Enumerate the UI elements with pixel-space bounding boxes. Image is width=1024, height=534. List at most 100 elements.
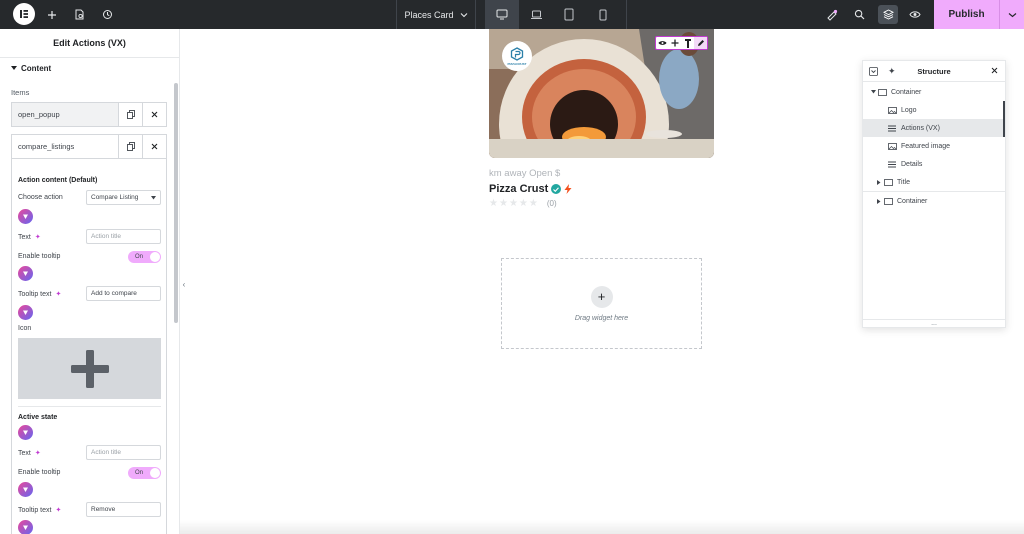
section-title: Content bbox=[21, 64, 52, 73]
action-content-heading: Action content (Default) bbox=[18, 177, 98, 184]
caret-down-icon bbox=[11, 66, 17, 70]
dynamic-tag-icon[interactable] bbox=[18, 305, 33, 320]
toggle-state: On bbox=[135, 470, 144, 476]
dynamic-tag-icon[interactable] bbox=[18, 482, 33, 497]
structure-row-title[interactable]: Title bbox=[863, 173, 1005, 191]
ai-sparkle-icon[interactable]: ✦ bbox=[55, 290, 61, 298]
star-icon: ★ bbox=[518, 198, 528, 209]
star-icon: ★ bbox=[528, 198, 538, 209]
bottom-shade bbox=[180, 520, 1024, 534]
container-icon bbox=[883, 197, 893, 205]
structure-row-details[interactable]: Details bbox=[863, 155, 1005, 173]
remove-icon[interactable] bbox=[142, 135, 166, 158]
card-title[interactable]: Pizza Crust bbox=[489, 183, 572, 195]
duplicate-icon[interactable] bbox=[118, 135, 142, 158]
repeater-item-title[interactable]: compare_listings bbox=[12, 135, 118, 158]
publish-options-button[interactable] bbox=[999, 0, 1024, 29]
choose-action-value: Compare Listing bbox=[91, 194, 139, 201]
drag-widget-dropzone[interactable]: + Drag widget here bbox=[501, 258, 702, 349]
duplicate-icon[interactable] bbox=[118, 103, 142, 126]
panel-title: Edit Actions (VX) bbox=[0, 29, 179, 58]
add-widget-plus-icon[interactable]: + bbox=[590, 285, 613, 308]
caret-down-icon bbox=[151, 195, 156, 199]
toggle-knob bbox=[150, 468, 160, 478]
tooltip-text-label-text: Tooltip text bbox=[18, 290, 52, 298]
publish-button[interactable]: Publish bbox=[934, 0, 999, 29]
dynamic-tag-icon[interactable] bbox=[18, 209, 33, 224]
page-settings-icon[interactable] bbox=[71, 0, 87, 29]
container-icon bbox=[877, 88, 887, 96]
container-icon bbox=[883, 178, 893, 186]
dynamic-tag-icon[interactable] bbox=[18, 425, 33, 440]
preview-widget-icon[interactable] bbox=[656, 37, 669, 49]
structure-row-label: Actions (VX) bbox=[901, 124, 940, 132]
panel-scrollbar[interactable] bbox=[174, 83, 178, 323]
notification-icon[interactable] bbox=[824, 0, 840, 29]
ai-sparkle-icon[interactable]: ✦ bbox=[35, 449, 41, 457]
history-icon[interactable] bbox=[99, 0, 115, 29]
search-icon[interactable] bbox=[851, 0, 867, 29]
image-icon bbox=[887, 106, 897, 114]
divider bbox=[18, 406, 161, 407]
structure-row-container[interactable]: Container bbox=[863, 192, 1005, 210]
action-text-input[interactable]: Action title bbox=[86, 229, 161, 244]
add-element-icon[interactable] bbox=[669, 37, 682, 49]
structure-row-label: Details bbox=[901, 160, 923, 168]
tablet-icon[interactable] bbox=[552, 0, 586, 29]
ai-sparkle-icon[interactable]: ✦ bbox=[55, 506, 61, 514]
image-icon bbox=[887, 142, 897, 150]
preview-icon[interactable] bbox=[907, 0, 923, 29]
structure-row-featured-image[interactable]: Featured image bbox=[863, 137, 1005, 155]
structure-row-actions[interactable]: Actions (VX) bbox=[863, 119, 1005, 137]
active-tooltip-text-input[interactable]: Remove bbox=[86, 502, 161, 517]
laptop-icon[interactable] bbox=[519, 0, 553, 29]
icon-label-text: Icon bbox=[18, 325, 32, 332]
document-title-dropdown[interactable]: Places Card bbox=[396, 0, 476, 29]
structure-icon[interactable] bbox=[878, 5, 898, 24]
edit-widget-icon[interactable] bbox=[694, 37, 707, 49]
toggle-knob bbox=[150, 252, 160, 262]
caret-right-icon[interactable] bbox=[875, 198, 883, 204]
ai-sparkle-icon[interactable]: ✦ bbox=[35, 233, 41, 241]
caret-right-icon[interactable] bbox=[875, 179, 883, 185]
repeater-item-title[interactable]: open_popup bbox=[12, 103, 118, 126]
content-section-toggle[interactable]: Content bbox=[11, 64, 51, 73]
text-label: Text ✦ bbox=[18, 233, 41, 242]
structure-header: ✦ Structure bbox=[863, 61, 1005, 82]
structure-scrollbar[interactable] bbox=[1003, 101, 1005, 137]
star-icon: ★ bbox=[498, 198, 508, 209]
structure-row-logo[interactable]: Logo bbox=[863, 101, 1005, 119]
icon-picker[interactable] bbox=[18, 338, 161, 399]
icon-label: Icon bbox=[18, 325, 31, 332]
active-enable-tooltip-toggle[interactable]: On bbox=[128, 467, 161, 479]
close-icon[interactable] bbox=[991, 67, 998, 76]
caret-down-icon[interactable] bbox=[869, 90, 877, 94]
tooltip-text-input[interactable]: Add to compare bbox=[86, 286, 161, 301]
active-enable-tooltip-label: Enable tooltip bbox=[18, 469, 60, 476]
choose-action-select[interactable]: Compare Listing bbox=[86, 190, 161, 205]
elementor-logo-icon[interactable] bbox=[13, 3, 35, 25]
topbar-separator bbox=[626, 0, 627, 29]
remove-icon[interactable] bbox=[142, 103, 166, 126]
lightning-icon bbox=[564, 184, 572, 194]
repeater-item[interactable]: open_popup bbox=[11, 102, 167, 127]
chevron-down-icon bbox=[1008, 12, 1016, 17]
plus-icon bbox=[70, 349, 109, 388]
repeater-item[interactable]: compare_listings bbox=[11, 134, 167, 159]
card-logo[interactable]: PIZZACRUST bbox=[502, 41, 532, 71]
active-text-input[interactable]: Action title bbox=[86, 445, 161, 460]
chevron-down-icon bbox=[460, 12, 467, 17]
dynamic-tag-icon[interactable] bbox=[18, 266, 33, 281]
mobile-icon[interactable] bbox=[586, 0, 620, 29]
structure-row-container[interactable]: Container bbox=[863, 83, 1005, 101]
enable-tooltip-toggle[interactable]: On bbox=[128, 251, 161, 263]
plus-icon[interactable] bbox=[44, 0, 60, 29]
structure-row-label: Container bbox=[897, 197, 928, 205]
drag-handle-icon[interactable] bbox=[682, 37, 695, 49]
panel-collapse-chevron-icon[interactable]: ‹ bbox=[180, 274, 188, 294]
desktop-icon[interactable] bbox=[485, 0, 519, 29]
dynamic-tag-icon[interactable] bbox=[18, 520, 33, 534]
choose-action-label-text: Choose action bbox=[18, 194, 63, 201]
structure-resize-handle[interactable]: ... bbox=[863, 319, 1005, 327]
widget-toolbar bbox=[655, 36, 708, 50]
